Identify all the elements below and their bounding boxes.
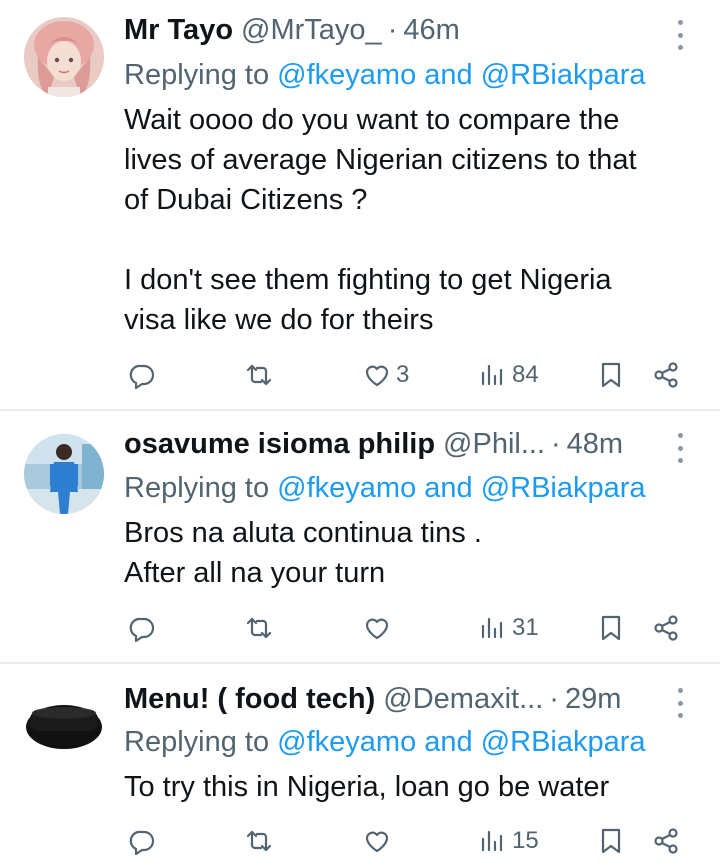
display-name[interactable]: Mr Tayo (124, 10, 233, 50)
action-bar: 31 (124, 608, 694, 648)
bookmark-button[interactable] (596, 608, 626, 648)
replying-prefix: Replying to (124, 472, 270, 504)
views-button[interactable]: 15 (478, 821, 539, 861)
user-handle[interactable]: @Demaxit... (383, 679, 543, 719)
avatar[interactable] (24, 434, 104, 514)
reply-button[interactable] (126, 608, 156, 648)
replying-mentions[interactable]: @fkeyamo and @RBiakpara (277, 472, 645, 504)
bookmark-button[interactable] (596, 821, 626, 861)
replying-to: Replying to @fkeyamo and @RBiakpara (124, 469, 700, 507)
replying-mentions[interactable]: @fkeyamo and @RBiakpara (277, 726, 645, 758)
bookmark-button[interactable] (596, 355, 626, 395)
display-name[interactable]: osavume isioma philip (124, 424, 435, 464)
retweet-button[interactable] (244, 608, 274, 648)
tweet[interactable]: Menu! ( food tech) @Demaxit... · 29m Rep… (0, 663, 720, 866)
views-button[interactable]: 84 (478, 355, 539, 395)
tweet-text-line: I don't see them fighting to get Nigeria (124, 264, 612, 296)
replying-to: Replying to @fkeyamo and @RBiakpara (124, 723, 700, 761)
retweet-icon (246, 830, 272, 852)
bookmark-icon (601, 362, 621, 388)
share-icon (654, 828, 678, 854)
reply-icon (129, 617, 155, 643)
reply-icon (129, 364, 155, 390)
reply-button[interactable] (126, 821, 156, 861)
views-icon (481, 364, 503, 386)
replying-mentions[interactable]: @fkeyamo and @RBiakpara (277, 59, 645, 91)
share-button[interactable] (651, 355, 681, 395)
views-icon (481, 617, 503, 639)
reply-button[interactable] (126, 355, 156, 395)
timestamp[interactable]: 29m (565, 679, 621, 719)
share-icon (654, 615, 678, 641)
tweet-header: Mr Tayo @MrTayo_ · 46m (124, 10, 650, 50)
heart-icon (365, 831, 389, 853)
action-bar: 3 84 (124, 355, 694, 395)
more-icon[interactable] (674, 20, 686, 50)
avatar[interactable] (24, 17, 104, 97)
tweet-text: Wait oooo do you want to compare the liv… (124, 100, 700, 340)
like-button[interactable] (362, 608, 396, 648)
separator-dot: · (551, 428, 561, 460)
user-handle[interactable]: @MrTayo_ (241, 10, 382, 50)
tweet-header: Menu! ( food tech) @Demaxit... · 29m (124, 679, 650, 719)
tweet-header: osavume isioma philip @Phil... · 48m (124, 424, 650, 464)
views-icon (481, 830, 503, 852)
like-button[interactable]: 3 (362, 355, 409, 395)
share-icon (654, 362, 678, 388)
heart-icon (365, 618, 389, 640)
reply-icon (129, 830, 155, 856)
replying-prefix: Replying to (124, 59, 270, 91)
timestamp[interactable]: 48m (567, 424, 623, 464)
view-count: 31 (512, 614, 539, 641)
tweet-text-line: of Dubai Citizens ? (124, 184, 368, 216)
tweet-text: To try this in Nigeria, loan go be water (124, 767, 700, 807)
user-handle[interactable]: @Phil... (443, 424, 545, 464)
action-bar: 15 (124, 821, 694, 861)
retweet-button[interactable] (244, 821, 274, 861)
share-button[interactable] (651, 608, 681, 648)
like-button[interactable] (362, 821, 396, 861)
tweet-text: Bros na aluta continua tins . After all … (124, 513, 700, 593)
view-count: 15 (512, 827, 539, 854)
views-button[interactable]: 31 (478, 608, 539, 648)
more-icon[interactable] (674, 688, 686, 718)
bookmark-icon (601, 615, 621, 641)
tweet-text-line: visa like we do for theirs (124, 304, 434, 336)
tweet[interactable]: Mr Tayo @MrTayo_ · 46m Replying to @fkey… (0, 0, 720, 410)
tweet-text-line: To try this in Nigeria, loan go be water (124, 771, 610, 803)
timestamp[interactable]: 46m (403, 10, 459, 50)
share-button[interactable] (651, 821, 681, 861)
tweet-text-line: After all na your turn (124, 557, 386, 589)
replying-to: Replying to @fkeyamo and @RBiakpara (124, 56, 700, 94)
tweet-text-line: Bros na aluta continua tins . (124, 517, 482, 549)
retweet-icon (246, 364, 272, 386)
replying-prefix: Replying to (124, 726, 270, 758)
separator-dot: · (387, 14, 398, 46)
view-count: 84 (512, 361, 539, 388)
retweet-button[interactable] (244, 355, 274, 395)
reply-feed: Mr Tayo @MrTayo_ · 46m Replying to @fkey… (0, 0, 720, 866)
bookmark-icon (601, 828, 621, 854)
tweet-text-line: Wait oooo do you want to compare the (124, 104, 620, 136)
separator-dot: · (549, 683, 559, 715)
display-name[interactable]: Menu! ( food tech) (124, 679, 375, 719)
tweet-text-line: lives of average Nigerian citizens to th… (124, 144, 637, 176)
avatar[interactable] (24, 685, 104, 765)
heart-icon (365, 365, 389, 387)
more-icon[interactable] (674, 433, 686, 463)
tweet[interactable]: osavume isioma philip @Phil... · 48m Rep… (0, 410, 720, 663)
retweet-icon (246, 617, 272, 639)
like-count: 3 (396, 361, 410, 388)
